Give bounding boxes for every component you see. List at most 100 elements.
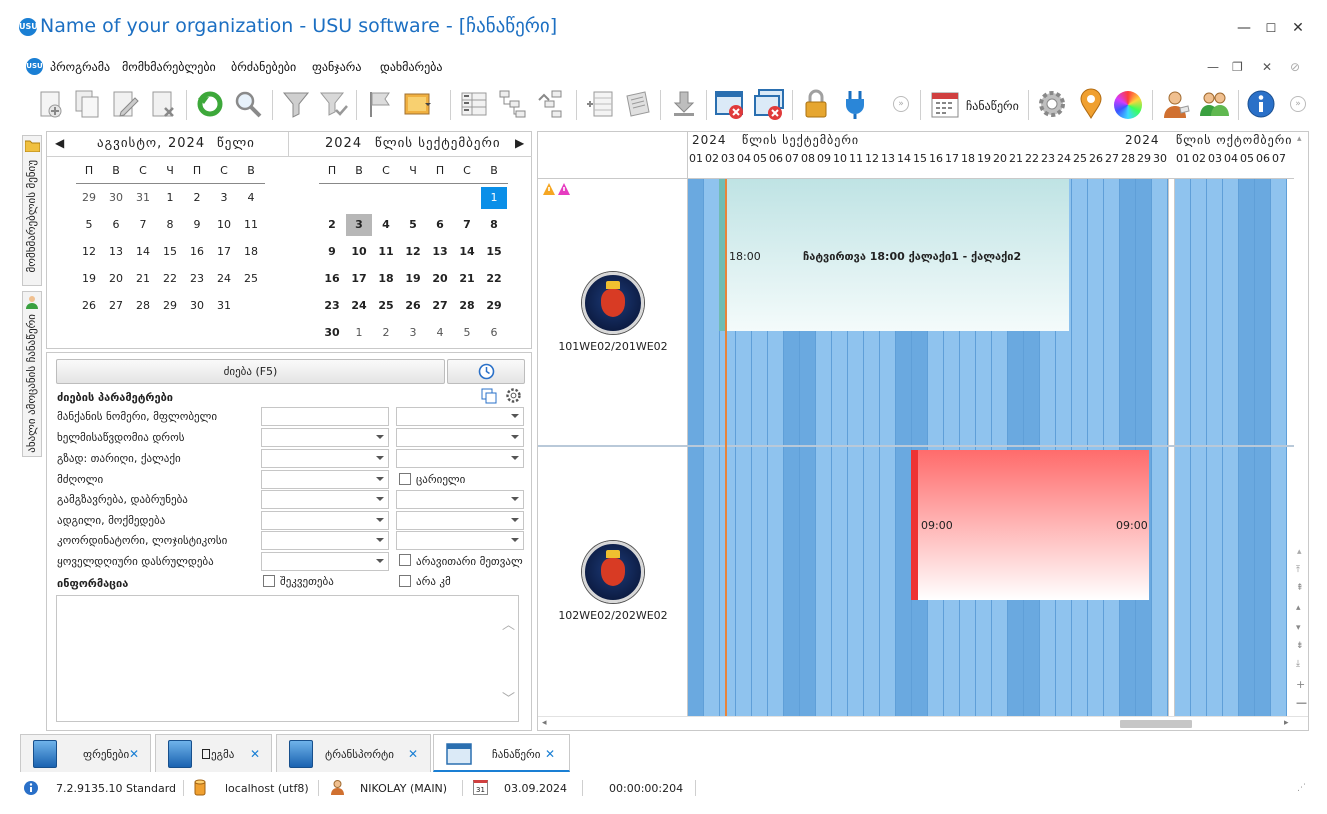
- calendar-day[interactable]: 14: [454, 241, 480, 263]
- calendar-day[interactable]: 15: [157, 241, 183, 263]
- available-to-select[interactable]: [396, 428, 524, 447]
- tab-flights[interactable]: ფრენები ✕: [20, 734, 151, 772]
- user-icon[interactable]: [1160, 88, 1192, 120]
- calendar-day[interactable]: 16: [319, 268, 345, 290]
- day-column[interactable]: [1207, 179, 1223, 716]
- calendar-day[interactable]: 4: [373, 214, 399, 236]
- calendar-day[interactable]: 13: [103, 241, 129, 263]
- mdi-close-button[interactable]: ✕: [1262, 60, 1272, 74]
- users-icon[interactable]: [1198, 88, 1230, 120]
- calendar-day[interactable]: 12: [400, 241, 426, 263]
- scroll-pageup-icon[interactable]: ⇞: [1296, 583, 1304, 593]
- close-all-icon[interactable]: [753, 88, 785, 120]
- calendar-day[interactable]: 6: [103, 214, 129, 236]
- flag-icon[interactable]: [364, 88, 396, 120]
- delete-icon[interactable]: [147, 88, 179, 120]
- close-window-icon[interactable]: [714, 88, 746, 120]
- scroll-up-icon[interactable]: ▴: [1297, 547, 1302, 557]
- scroll-prev-icon[interactable]: ▴: [1296, 603, 1301, 613]
- export-icon[interactable]: [668, 88, 700, 120]
- calendar-day[interactable]: 28: [454, 295, 480, 317]
- tab-record[interactable]: ჩანაწერი ✕: [433, 734, 570, 772]
- calendar-day[interactable]: 19: [400, 268, 426, 290]
- scroll-last-icon[interactable]: ⤓: [1296, 659, 1300, 669]
- scroll-up-icon[interactable]: ︿: [502, 614, 515, 633]
- calendar-day[interactable]: 11: [373, 241, 399, 263]
- return-select[interactable]: [396, 490, 524, 509]
- mdi-pin-button[interactable]: ⊘: [1290, 60, 1300, 74]
- calendar-day[interactable]: 15: [481, 241, 507, 263]
- route-city-select[interactable]: [396, 449, 524, 468]
- color-wheel-icon[interactable]: [1114, 91, 1142, 119]
- lock-icon[interactable]: [800, 88, 832, 120]
- horizontal-scroll-thumb[interactable]: [1120, 720, 1192, 728]
- calendar-day[interactable]: 1: [346, 322, 372, 344]
- search-icon[interactable]: [232, 88, 264, 120]
- info-icon[interactable]: [1245, 88, 1277, 120]
- day-column[interactable]: [1223, 179, 1239, 716]
- route-date-select[interactable]: [261, 449, 389, 468]
- copy-params-icon[interactable]: [481, 388, 497, 404]
- calendar-day[interactable]: 4: [238, 187, 264, 209]
- calendar-day[interactable]: 24: [346, 295, 372, 317]
- map-pin-icon[interactable]: [1075, 88, 1107, 120]
- no-monitor-checkbox[interactable]: [399, 554, 411, 566]
- day-column[interactable]: [1088, 179, 1104, 716]
- scroll-next-icon[interactable]: ▾: [1296, 623, 1301, 633]
- refresh-icon[interactable]: [194, 88, 226, 120]
- calendar-day[interactable]: 8: [157, 214, 183, 236]
- calendar-day[interactable]: 9: [184, 214, 210, 236]
- calendar-day[interactable]: 1: [481, 187, 507, 209]
- settings-small-icon[interactable]: [505, 387, 522, 404]
- group-icon[interactable]: [458, 88, 490, 120]
- calendar-day[interactable]: 10: [211, 214, 237, 236]
- day-column[interactable]: [1136, 179, 1152, 716]
- zoom-in-icon[interactable]: +: [1296, 678, 1305, 691]
- coordinator-select[interactable]: [261, 531, 389, 550]
- pin-icon[interactable]: »: [893, 96, 909, 112]
- calendar-day[interactable]: 27: [427, 295, 453, 317]
- calendar-day[interactable]: 29: [157, 295, 183, 317]
- calendar-day[interactable]: 6: [481, 322, 507, 344]
- calendar-day[interactable]: 18: [373, 268, 399, 290]
- scroll-pagedown-icon[interactable]: ⇟: [1296, 641, 1304, 651]
- image-icon[interactable]: [402, 88, 434, 120]
- day-column[interactable]: [1191, 179, 1207, 716]
- calendar-day[interactable]: 14: [130, 241, 156, 263]
- menu-window[interactable]: ფანჯარა: [312, 60, 361, 74]
- calendar-day[interactable]: 6: [427, 214, 453, 236]
- zoom-out-icon[interactable]: —: [1296, 696, 1307, 709]
- scroll-right-icon[interactable]: ▸: [1284, 718, 1289, 728]
- empty-checkbox[interactable]: [399, 473, 411, 485]
- warning-icons[interactable]: [542, 182, 572, 196]
- add-icon[interactable]: [34, 88, 66, 120]
- copy-icon[interactable]: [71, 88, 103, 120]
- calendar-day[interactable]: 25: [373, 295, 399, 317]
- tab-close-icon[interactable]: ✕: [408, 747, 418, 761]
- calendar-day[interactable]: 26: [76, 295, 102, 317]
- day-column[interactable]: [1239, 179, 1255, 716]
- calendar-day[interactable]: 27: [103, 295, 129, 317]
- calendar-day[interactable]: 17: [211, 241, 237, 263]
- search-button[interactable]: ძიება (F5): [56, 359, 445, 384]
- calendar-day[interactable]: 22: [157, 268, 183, 290]
- calendar-day[interactable]: 8: [481, 214, 507, 236]
- day-column[interactable]: [704, 179, 720, 716]
- calendar-day[interactable]: 30: [184, 295, 210, 317]
- calendar-day[interactable]: 25: [238, 268, 264, 290]
- calendar-day[interactable]: 2: [373, 322, 399, 344]
- departure-select[interactable]: [261, 490, 389, 509]
- order-checkbox[interactable]: [263, 575, 275, 587]
- calendar-day[interactable]: 3: [400, 322, 426, 344]
- minimize-button[interactable]: —: [1234, 18, 1254, 38]
- calendar-day[interactable]: 7: [454, 214, 480, 236]
- calendar-day[interactable]: 18: [238, 241, 264, 263]
- tab-close-icon[interactable]: ✕: [545, 747, 555, 761]
- calendar-day[interactable]: 23: [319, 295, 345, 317]
- scroll-first-icon[interactable]: ⤒: [1296, 565, 1300, 575]
- calendar-day[interactable]: 11: [238, 214, 264, 236]
- calendar-day[interactable]: 28: [130, 295, 156, 317]
- calendar-day[interactable]: 10: [346, 241, 372, 263]
- calendar-day[interactable]: 20: [103, 268, 129, 290]
- tab-user-menu[interactable]: მომხმარებლის მენიუ: [22, 135, 42, 286]
